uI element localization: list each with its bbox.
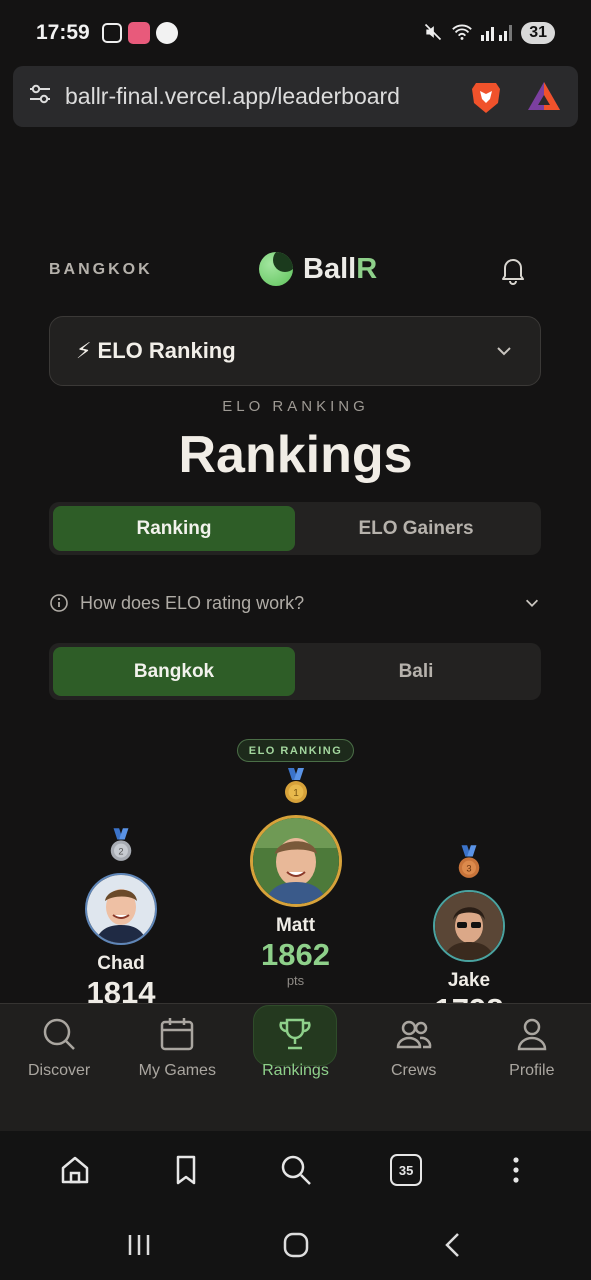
page-subtitle: ELO RANKING [222,398,369,415]
tab-count-button[interactable]: 35 [390,1154,423,1186]
bottom-nav: Discover My Games Rankings Crews Profile [0,1003,591,1131]
player-name-third: Jake [447,970,491,991]
browser-url-bar[interactable]: ballr-final.vercel.app/leaderboard [13,66,578,127]
ranking-type-value: ⚡ ELO Ranking [76,338,236,363]
podium-third[interactable]: 3 Jake 1798 [408,845,530,1028]
tab-elo-gainers[interactable]: ELO Gainers [295,506,537,551]
avatar-first [249,815,342,907]
home-icon[interactable] [58,1153,92,1187]
silver-medal-icon: 2 [110,828,132,861]
wifi-icon [451,22,473,45]
avatar-second [85,873,157,945]
points-unit: pts [286,973,305,988]
search-icon [43,1018,75,1050]
podium-first[interactable]: 1 Matt 1862 pts [235,768,356,988]
nav-label: Rankings [262,1062,329,1079]
city-label[interactable]: BANGKOK [49,261,153,279]
player-name-second: Chad [97,953,145,974]
users-icon [396,1020,431,1049]
gold-medal-icon: 1 [284,768,307,803]
nav-my-games[interactable]: My Games [118,1004,236,1131]
info-icon [50,594,68,612]
player-name-first: Matt [275,915,316,936]
info-text: How does ELO rating work? [80,592,305,613]
brave-shields-icon[interactable] [466,77,506,117]
user-icon [517,1018,547,1051]
city-tabs: Bangkok Bali [49,643,541,700]
more-options-icon[interactable] [499,1153,533,1187]
brave-rewards-icon[interactable] [524,77,564,117]
screenshot-icon [101,23,122,43]
bronze-medal-icon: 3 [458,845,480,878]
nav-label: My Games [138,1062,216,1079]
page-title: Rankings [178,426,413,484]
site-settings-icon[interactable] [27,81,53,112]
logo-text-accent: R [356,252,378,285]
chevron-down-icon [497,347,511,356]
nav-label: Profile [509,1062,555,1079]
ranking-type-select[interactable]: ⚡ ELO Ranking [49,316,541,386]
home-button-icon[interactable] [281,1230,311,1260]
elo-ranking-badge: ELO RANKING [237,739,354,762]
recent-apps-icon[interactable] [124,1230,154,1260]
system-nav-bar [0,1209,591,1280]
tab-bangkok[interactable]: Bangkok [53,647,295,696]
url-text[interactable]: ballr-final.vercel.app/leaderboard [65,83,456,110]
logo-icon [259,252,293,286]
gold-medal-rank: 1 [293,788,299,799]
notification-bell-icon[interactable] [499,255,527,285]
logo-text-main: Ball [303,252,357,285]
back-icon[interactable] [438,1230,468,1260]
calendar-icon [161,1018,194,1051]
search-icon[interactable] [279,1153,313,1187]
browser-toolbar: 35 [0,1131,591,1209]
nav-rankings[interactable]: Rankings [236,1004,354,1131]
mode-tabs: Ranking ELO Gainers [49,502,541,555]
chevron-down-icon [525,599,539,607]
avatar-third [433,890,505,962]
nav-profile[interactable]: Profile [473,1004,591,1131]
tab-ranking[interactable]: Ranking [53,506,295,551]
status-app-icons [101,22,178,44]
app-notification-icon [127,22,150,44]
signal-icon [481,23,513,44]
nav-discover[interactable]: Discover [0,1004,118,1131]
bookmark-icon[interactable] [169,1153,203,1187]
status-time: 17:59 [36,21,90,44]
silver-medal-rank: 2 [118,846,123,856]
status-right: 31 [423,22,555,45]
nav-crews[interactable]: Crews [355,1004,473,1131]
player-score-first: 1862 [261,937,330,972]
app-header: BANGKOK BallR [49,245,541,295]
app-notification-icon-2 [155,22,178,44]
nav-label: Crews [390,1062,437,1079]
mute-icon [423,22,443,45]
ballr-logo: BallR [259,252,377,286]
trophy-icon [279,1018,312,1050]
elo-info-toggle[interactable]: How does ELO rating work? [49,588,541,618]
battery-indicator: 31 [521,22,555,44]
nav-label: Discover [27,1062,91,1079]
podium-second[interactable]: 2 Chad 1814 [60,828,182,1011]
bronze-medal-rank: 3 [466,863,471,873]
status-bar: 17:59 31 [0,0,591,66]
tab-bali[interactable]: Bali [295,647,537,696]
